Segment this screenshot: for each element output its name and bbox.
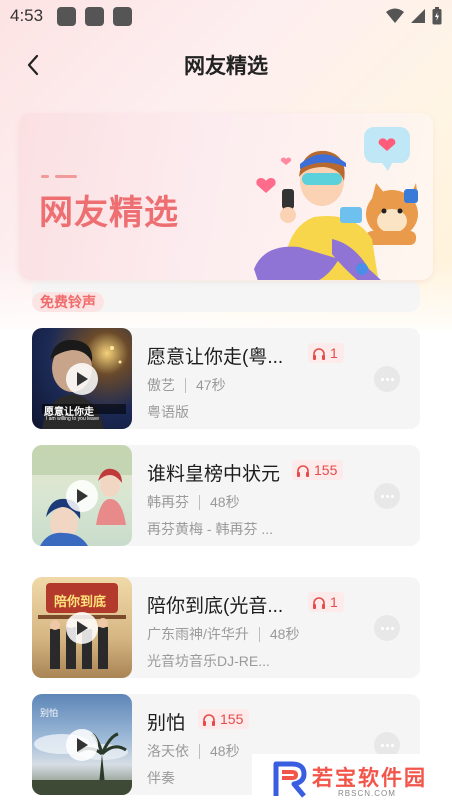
status-time: 4:53 — [10, 6, 44, 25]
listen-count: 155 — [314, 462, 338, 478]
duration: 48秒 — [269, 626, 300, 642]
artist-name: 韩再芬 — [147, 494, 189, 510]
listen-count-badge: 155 — [292, 460, 344, 480]
album-name: 光音坊音乐DJ-RE... — [147, 653, 270, 669]
duration: 48秒 — [210, 494, 240, 510]
signal-icon — [411, 9, 425, 23]
page-title: 网友精选 — [184, 55, 268, 78]
cover-image[interactable]: 别怕 — [32, 694, 132, 795]
cover-image[interactable] — [32, 445, 132, 546]
duration: 48秒 — [210, 743, 240, 759]
play-button[interactable] — [66, 363, 98, 395]
cover-text: 陪你到底 — [54, 594, 107, 609]
divider — [199, 743, 200, 759]
headphones-icon — [297, 464, 309, 477]
song-title: 愿意让你走(粤... — [147, 347, 284, 368]
listen-count-badge: 1 — [308, 592, 344, 612]
play-icon — [77, 738, 88, 752]
song-meta: 傲艺 47秒 — [147, 375, 226, 395]
watermark: 若宝软件园 RBSCN.COM — [252, 754, 452, 805]
song-title: 谁料皇榜中状元 — [147, 464, 281, 485]
listen-count: 155 — [220, 711, 244, 727]
banner-decoration — [41, 175, 77, 178]
listen-count-badge: 1 — [308, 343, 344, 363]
cover-subtext: I am willing to you leave — [46, 416, 100, 422]
artist-name: 洛天依 — [147, 743, 189, 759]
listen-count-badge: 155 — [198, 709, 250, 729]
play-icon — [77, 621, 88, 635]
headphones-icon — [313, 596, 325, 609]
list-item[interactable]: 陪你到底 陪你到底(光音... 1 广东雨神/许华升 48秒 光音坊音乐DJ-R… — [32, 577, 420, 678]
play-icon — [77, 372, 88, 386]
more-button[interactable] — [374, 483, 400, 509]
header: 网友精选 — [0, 38, 452, 90]
play-button[interactable] — [66, 729, 98, 761]
cover-image[interactable]: 愿意让你走 I am willing to you leave — [32, 328, 132, 429]
headphones-icon — [203, 713, 215, 726]
listen-count: 1 — [330, 345, 338, 361]
song-title: 别怕 — [147, 713, 186, 734]
headphones-icon — [313, 347, 325, 360]
album-name: 粤语版 — [147, 404, 189, 420]
more-button[interactable] — [374, 366, 400, 392]
duration: 47秒 — [196, 377, 226, 393]
notification-icon — [85, 6, 105, 26]
song-meta: 广东雨神/许华升 48秒 — [147, 624, 299, 644]
song-meta: 韩再芬 48秒 — [147, 492, 240, 512]
artist-name: 傲艺 — [147, 377, 175, 393]
banner: 网友精选 — [19, 113, 433, 280]
watermark-text: 若宝软件园 — [312, 767, 427, 790]
status-bar: 4:53 — [0, 0, 452, 32]
play-button[interactable] — [66, 612, 98, 644]
album-name: 伴奏 — [147, 770, 175, 786]
banner-title: 网友精选 — [39, 194, 179, 232]
listen-count: 1 — [330, 594, 338, 610]
banner-illustration — [254, 127, 418, 280]
list-item[interactable]: 免费铃声 — [32, 281, 420, 312]
watermark-logo-icon — [273, 761, 307, 798]
divider — [185, 377, 186, 393]
cover-text: 别怕 — [40, 708, 59, 718]
song-meta: 洛天依 48秒 — [147, 741, 240, 761]
list-item[interactable]: 谁料皇榜中状元 155 韩再芬 48秒 再芬黄梅 - 韩再芬 ... — [32, 445, 420, 546]
divider — [199, 494, 200, 510]
song-title: 陪你到底(光音... — [147, 596, 284, 617]
cover-image[interactable]: 陪你到底 — [32, 577, 132, 678]
notification-icon — [57, 6, 77, 26]
divider — [258, 626, 260, 642]
watermark-subtext: RBSCN.COM — [338, 789, 396, 798]
more-button[interactable] — [374, 615, 400, 641]
list-item[interactable]: 愿意让你走 I am willing to you leave 愿意让你走(粤.… — [32, 328, 420, 429]
wifi-icon — [386, 8, 404, 23]
artist-name: 广东雨神/许华升 — [147, 626, 249, 642]
battery-icon — [432, 7, 442, 25]
notification-icon — [113, 6, 133, 26]
play-icon — [77, 489, 88, 503]
play-button[interactable] — [66, 480, 98, 512]
free-ringtone-tag: 免费铃声 — [32, 292, 104, 312]
album-name: 再芬黄梅 - 韩再芬 ... — [147, 521, 273, 537]
